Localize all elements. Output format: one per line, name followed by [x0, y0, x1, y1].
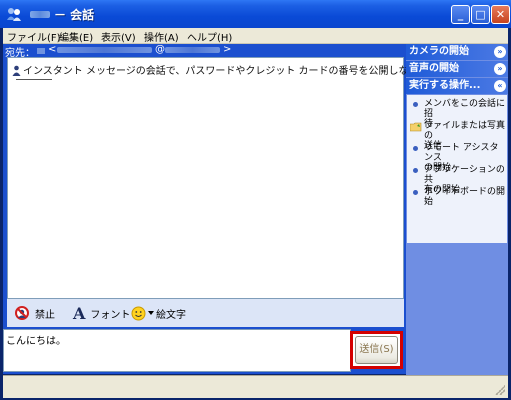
conversation-window: － 会話 _ □ ✕ ファイル(F) 編集(E) 表示(V) 操作(A) ヘルプ… [0, 0, 511, 400]
status-bar [3, 375, 508, 398]
voice-section-label: 音声の開始 [409, 63, 459, 74]
recipient-close-bracket: > [223, 44, 232, 55]
recipient-email-user-redacted [57, 47, 152, 53]
block-label: 禁止 [35, 309, 55, 321]
whiteboard-label: ホワイトボードの開始 [424, 187, 506, 207]
voice-section-header[interactable]: 音声の開始 » [406, 61, 508, 77]
recipient-bar: 宛先： < @ > [3, 44, 406, 59]
folder-icon [410, 122, 422, 132]
conversation-main: 宛先： < @ > インスタント メッセージの会話で、パスワードやクレジット カ… [3, 44, 478, 374]
menu-edit[interactable]: 編集(E) [59, 29, 93, 44]
close-button[interactable]: ✕ [491, 5, 510, 24]
recipient-name-redacted [37, 48, 45, 54]
message-input-text: こんにちは。 [6, 336, 66, 347]
font-icon: A [73, 303, 86, 323]
recipient-at-sign: @ [155, 44, 165, 55]
bullet-icon [413, 190, 418, 195]
menu-bar: ファイル(F) 編集(E) 表示(V) 操作(A) ヘルプ(H) [3, 28, 508, 44]
block-icon [15, 306, 29, 320]
send-button[interactable]: 送信(S) [355, 336, 398, 364]
bullet-icon [413, 146, 418, 151]
task-sidebar: カメラの開始 » 音声の開始 » 実行する操作... « メンバをこの会話に招待… [406, 44, 508, 375]
actions-section-header[interactable]: 実行する操作... « [406, 78, 508, 94]
notice-divider [16, 79, 52, 80]
camera-section-header[interactable]: カメラの開始 » [406, 44, 508, 60]
maximize-button[interactable]: □ [471, 5, 490, 24]
app-sharing-label: アプリケーションの共 [424, 165, 505, 185]
window-title: － 会話 [28, 6, 94, 23]
invite-member-label: メンバをこの会話に招 [424, 99, 506, 119]
bullet-icon [413, 102, 418, 107]
menu-help[interactable]: ヘルプ(H) [187, 29, 232, 44]
resize-grip-icon[interactable] [495, 385, 505, 395]
bullet-icon [413, 168, 418, 173]
minimize-button[interactable]: _ [451, 5, 470, 24]
font-label: フォント [90, 309, 131, 321]
recipient-open-bracket: < [48, 44, 57, 55]
emoticon-label: 絵文字 [156, 309, 186, 321]
collapse-chevron-icon[interactable]: « [494, 80, 506, 92]
send-file-label: ファイルまたは写真の [424, 121, 506, 141]
menu-file[interactable]: ファイル(F) [7, 29, 61, 44]
camera-section-label: カメラの開始 [409, 46, 469, 57]
whiteboard-action[interactable]: ホワイトボードの開始 [410, 187, 507, 207]
message-history[interactable]: インスタント メッセージの会話で、パスワードやクレジット カードの番号を公開しな… [7, 57, 478, 299]
block-button[interactable]: 禁止 [15, 304, 55, 322]
actions-section-label: 実行する操作... [409, 80, 481, 91]
remote-assistance-label: リモート アシスタンス [424, 143, 499, 163]
recipient-email-domain-redacted [165, 47, 220, 53]
sidebar-empty-area [406, 243, 508, 375]
messenger-app-icon [7, 8, 21, 21]
menu-actions[interactable]: 操作(A) [144, 29, 179, 44]
font-button[interactable]: A フォント [73, 303, 131, 323]
menu-view[interactable]: 表示(V) [101, 29, 136, 44]
send-button-highlight: 送信(S) [350, 331, 403, 369]
expand-chevron-icon[interactable]: » [494, 63, 506, 75]
emoticon-button[interactable]: 絵文字 [131, 304, 186, 322]
person-icon [12, 65, 21, 76]
expand-chevron-icon[interactable]: » [494, 46, 506, 58]
contact-name-redacted [30, 11, 50, 18]
smiley-icon [131, 306, 146, 320]
compose-area: こんにちは。 送信(S) [3, 329, 406, 374]
title-bar[interactable]: － 会話 _ □ ✕ [0, 0, 511, 28]
actions-panel: メンバをこの会話に招待 ファイルまたは写真の 送信 リモート アシスタンス の開始 … [407, 95, 507, 243]
message-input[interactable]: こんにちは。 [3, 329, 351, 372]
dropdown-arrow-icon [148, 311, 154, 315]
message-toolbar: 禁止 A フォント 絵文字 [7, 299, 404, 327]
